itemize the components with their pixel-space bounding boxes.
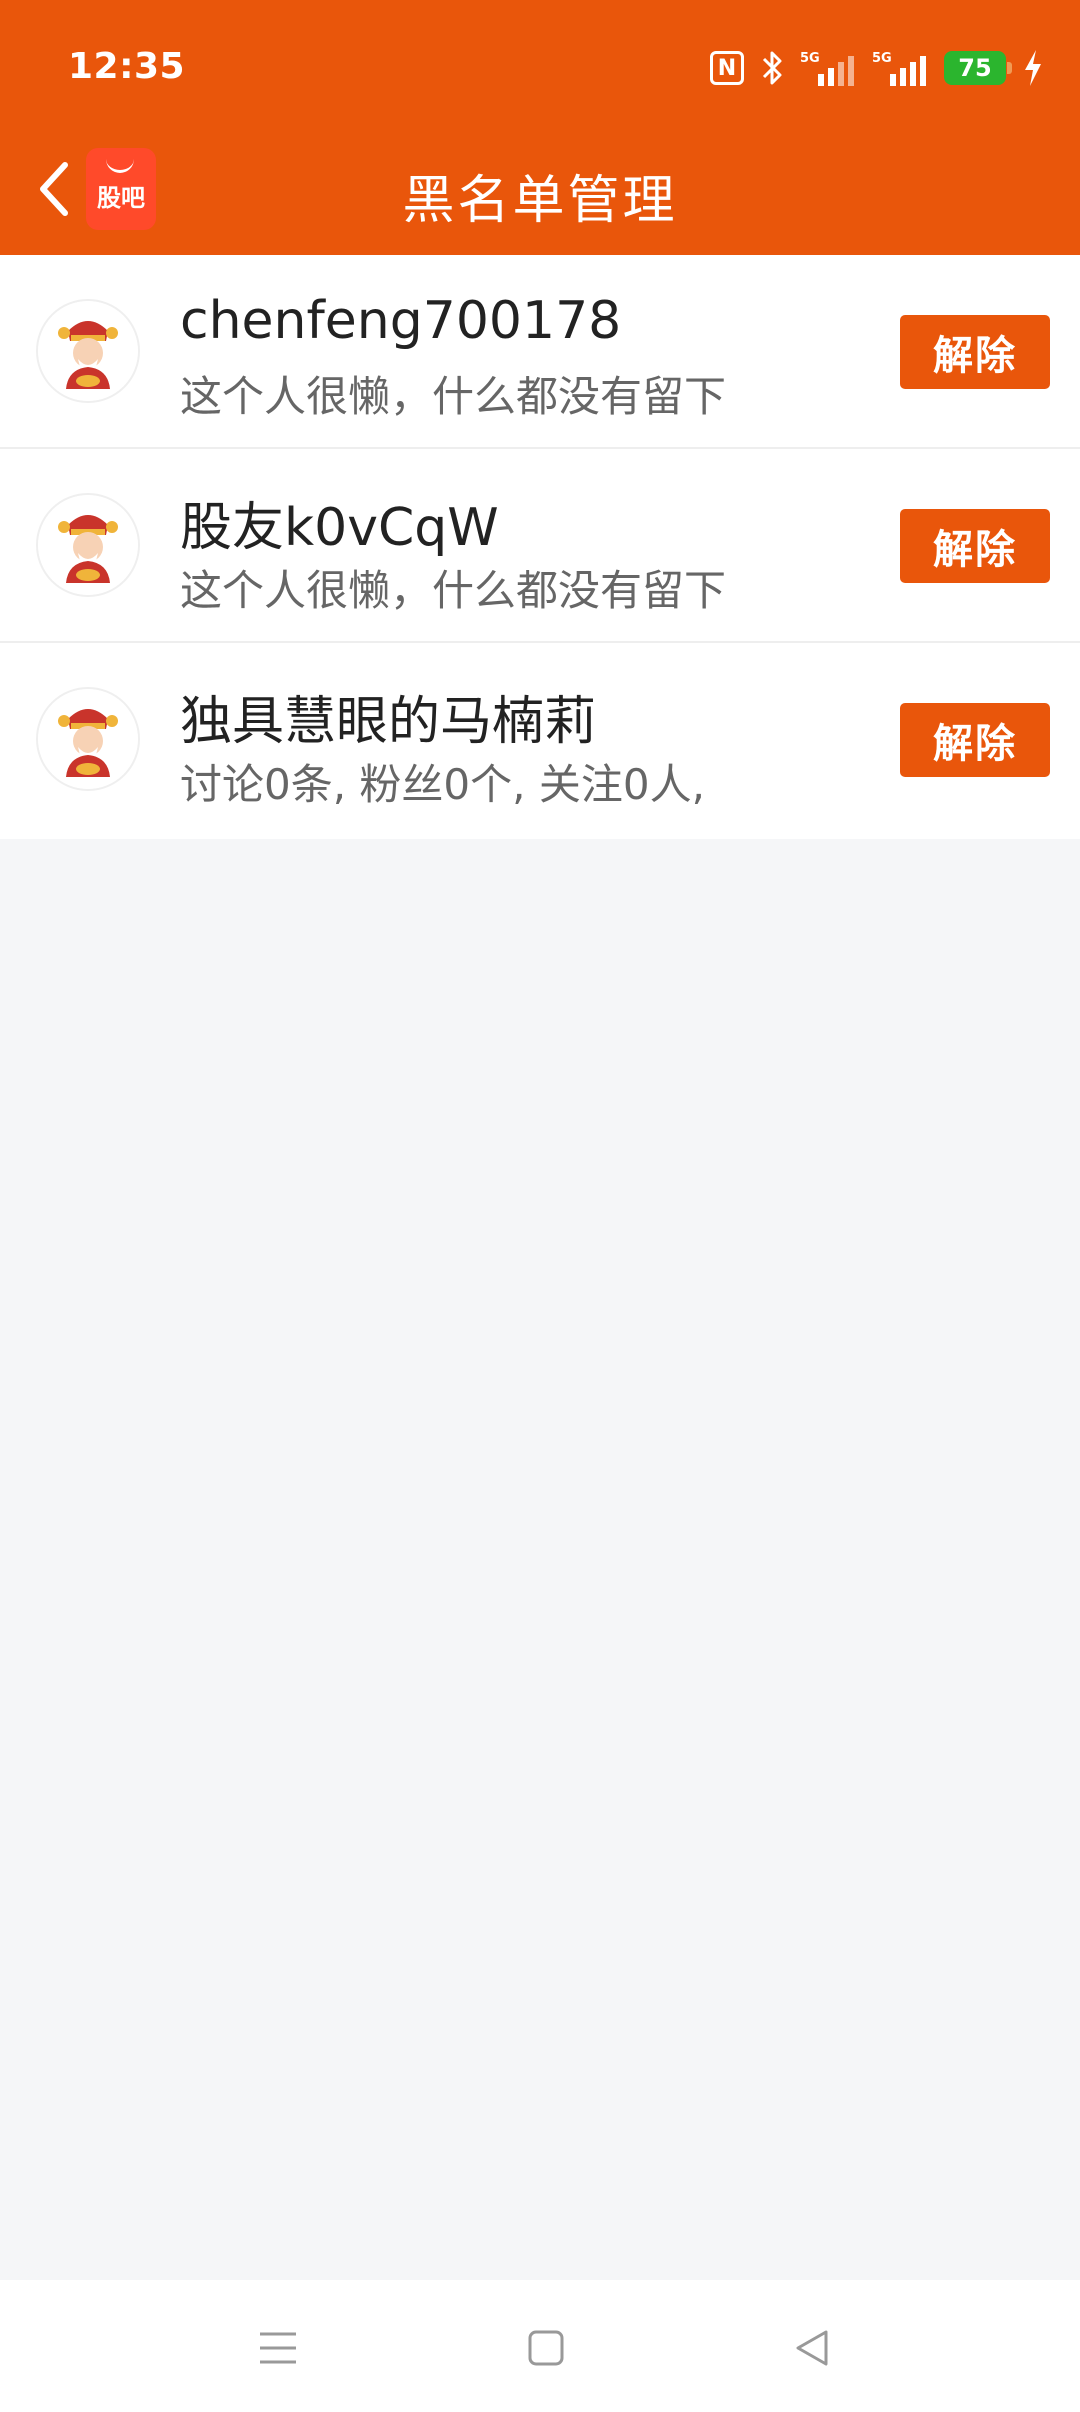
fortune-god-avatar-icon [38, 689, 138, 789]
system-back-button[interactable] [782, 2318, 842, 2378]
battery-icon: 75 [944, 51, 1012, 85]
navigation-bar: 股吧 黑名单管理 [0, 140, 1080, 255]
fortune-god-avatar-icon [38, 495, 138, 595]
menu-button[interactable] [248, 2318, 308, 2378]
user-name: 股友k0vCqW [180, 498, 499, 558]
home-button[interactable] [516, 2318, 576, 2378]
blacklist-management-page: 12:35 N 5G 5G 75 股吧 黑名单管理 chenfeng700178… [0, 0, 1080, 2412]
svg-text:5G: 5G [872, 51, 892, 66]
nfc-icon: N [710, 51, 744, 85]
signal-5g-icon: 5G [800, 48, 856, 88]
menu-icon [260, 2332, 296, 2364]
user-name: 独具慧眼的马楠莉 [180, 692, 597, 752]
user-description: 这个人很懒，什么都没有留下 [180, 372, 727, 421]
remove-button[interactable]: 解除 [900, 703, 1050, 777]
list-item: 股友k0vCqW 这个人很懒，什么都没有留下 解除 [0, 449, 1080, 643]
user-description: 讨论0条, 粉丝0个, 关注0人, [180, 760, 705, 809]
user-description: 这个人很懒，什么都没有留下 [180, 566, 727, 615]
status-time: 12:35 [68, 46, 186, 87]
charging-bolt-icon [1022, 48, 1044, 88]
svg-text:5G: 5G [800, 51, 820, 66]
signal-5g-icon-2: 5G [872, 48, 928, 88]
user-name: chenfeng700178 [180, 291, 622, 351]
status-bar: 12:35 N 5G 5G 75 [0, 0, 1080, 140]
remove-button[interactable]: 解除 [900, 315, 1050, 389]
avatar[interactable] [36, 299, 140, 403]
list-item: 独具慧眼的马楠莉 讨论0条, 粉丝0个, 关注0人, 解除 [0, 643, 1080, 839]
fortune-god-avatar-icon [38, 301, 138, 401]
bluetooth-icon [760, 50, 784, 86]
back-triangle-icon [796, 2330, 828, 2366]
app-header: 12:35 N 5G 5G 75 股吧 黑名单管理 [0, 0, 1080, 255]
home-icon [528, 2330, 564, 2366]
system-navigation-bar [0, 2280, 1080, 2412]
remove-button[interactable]: 解除 [900, 509, 1050, 583]
avatar[interactable] [36, 687, 140, 791]
page-title: 黑名单管理 [402, 171, 678, 231]
list-item: chenfeng700178 这个人很懒，什么都没有留下 解除 [0, 255, 1080, 449]
avatar[interactable] [36, 493, 140, 597]
status-icons: N 5G 5G 75 [710, 48, 1044, 88]
blacklist-list: chenfeng700178 这个人很懒，什么都没有留下 解除 股友k0vCqW [0, 255, 1080, 839]
